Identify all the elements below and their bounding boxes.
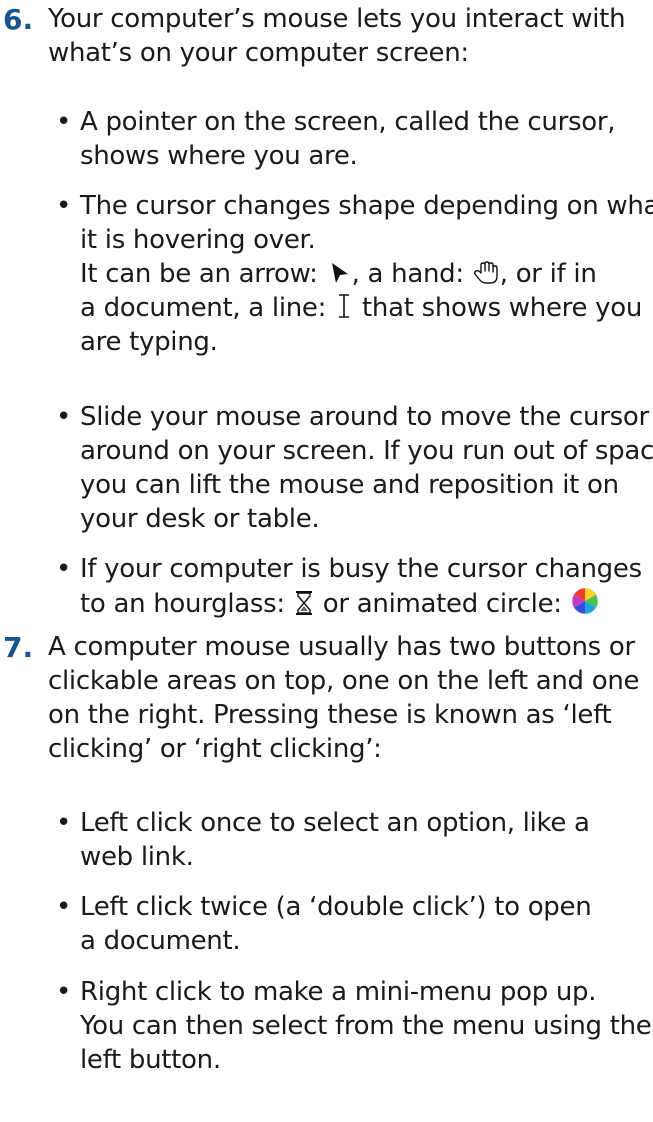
- cursor-shapes-line: It can be an arrow: , a hand: , or if in: [80, 259, 597, 289]
- document-page: 6. Your computer’s mouse lets you intera…: [0, 0, 653, 1122]
- bullet-item: A pointer on the screen, called the curs…: [56, 105, 653, 173]
- arrow-cursor-icon: [326, 260, 352, 286]
- step-7: 7. A computer mouse usually has two butt…: [0, 630, 653, 766]
- bullet-item: Right click to make a mini-menu pop up. …: [56, 975, 653, 1077]
- step-number: 7.: [3, 631, 34, 664]
- text-cursor-icon: [334, 292, 354, 320]
- busy-cursor-line: to an hourglass: or animated circle:: [80, 586, 653, 621]
- step-6: 6. Your computer’s mouse lets you intera…: [0, 2, 653, 70]
- hand-cursor-icon: [472, 260, 500, 286]
- spinning-wheel-icon: [570, 586, 600, 616]
- bullet-item: Left click twice (a ‘double click’) to o…: [56, 890, 653, 958]
- bullet-item: The cursor changes shape depending on wh…: [56, 189, 653, 359]
- step-number: 6.: [3, 3, 34, 36]
- bullet-item: Slide your mouse around to move the curs…: [56, 400, 653, 536]
- bullet-item: Left click once to select an option, lik…: [56, 806, 653, 874]
- bullet-item: If your computer is busy the cursor chan…: [56, 552, 653, 621]
- step-text: A computer mouse usually has two buttons…: [48, 632, 640, 764]
- hourglass-icon: [293, 590, 315, 616]
- text-cursor-line: a document, a line: that shows where you: [80, 292, 642, 323]
- step-text: Your computer’s mouse lets you interact …: [48, 4, 626, 68]
